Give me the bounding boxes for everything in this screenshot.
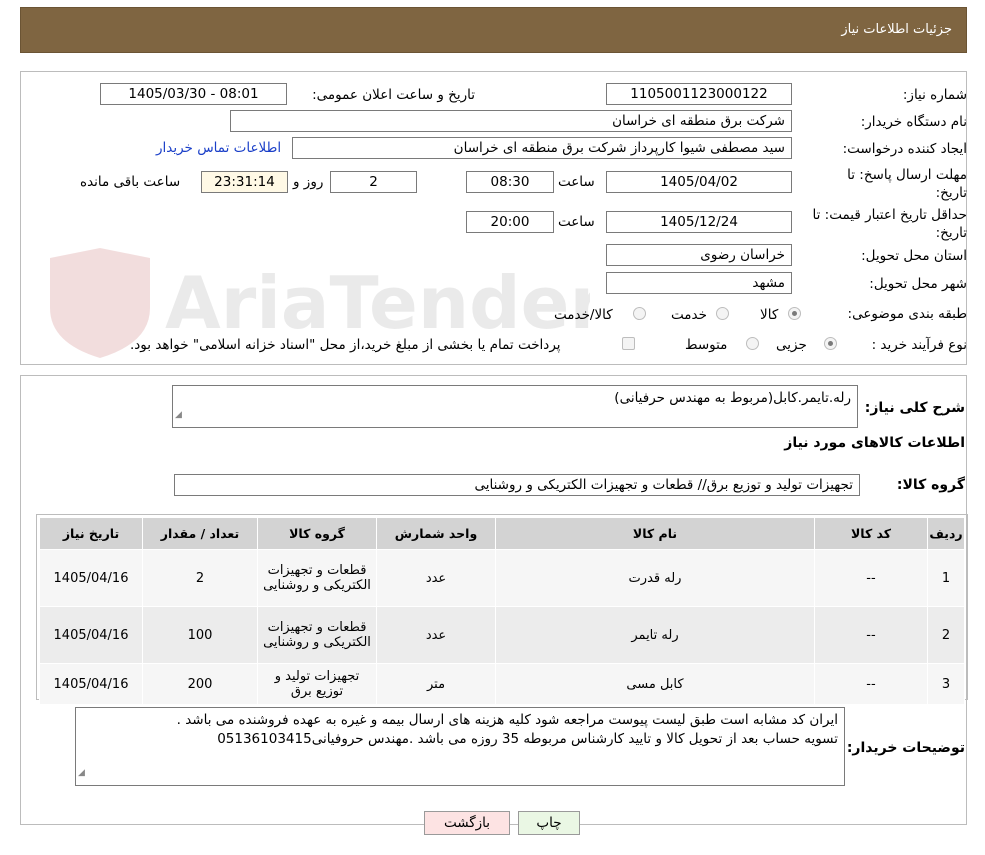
category-radio-goods-service[interactable] — [633, 307, 646, 320]
cell-code: -- — [814, 663, 928, 705]
announce-label: تاریخ و ساعت اعلان عمومی: — [312, 87, 475, 103]
summary-label: شرح کلی نیاز: — [864, 400, 965, 416]
province-field: خراسان رضوی — [606, 244, 792, 266]
process-radio-medium[interactable] — [746, 337, 759, 350]
page-header: جزئیات اطلاعات نیاز — [20, 7, 967, 53]
cell-group: قطعات و تجهیزات الکتریکی و روشنایی — [257, 549, 377, 607]
city-field: مشهد — [606, 272, 792, 294]
summary-text: رله.تایمر.کابل(مربوط به مهندس حرفیانی) — [614, 390, 851, 406]
col-group: گروه کالا — [257, 517, 377, 550]
table-header-row: ردیف کد کالا نام کالا واحد شمارش گروه کا… — [39, 517, 965, 550]
category-option-goods-service: کالا/خدمت — [554, 307, 613, 323]
cell-qty: 200 — [142, 663, 258, 705]
resize-grip-icon[interactable]: ◢ — [175, 406, 182, 425]
remaining-label: ساعت باقی مانده — [80, 174, 181, 190]
cell-name: رله تایمر — [495, 606, 815, 664]
cell-date: 1405/04/16 — [39, 549, 143, 607]
col-row: ردیف — [927, 517, 965, 550]
col-unit: واحد شمارش — [376, 517, 496, 550]
process-option-medium: متوسط — [685, 337, 728, 353]
validity-label: حداقل تاریخ اعتبار قیمت: تا تاریخ: — [812, 207, 967, 241]
cell-unit: عدد — [376, 549, 496, 607]
process-radio-minor[interactable] — [824, 337, 837, 350]
cell-row: 1 — [927, 549, 965, 607]
category-option-service: خدمت — [671, 307, 707, 323]
summary-field: رله.تایمر.کابل(مربوط به مهندس حرفیانی) ◢ — [172, 385, 858, 428]
process-option-minor: جزیی — [776, 337, 807, 353]
creator-field: سید مصطفی شیوا کارپرداز شرکت برق منطقه ا… — [292, 137, 792, 159]
table-row: 1 -- رله قدرت عدد قطعات و تجهیزات الکتری… — [39, 549, 965, 607]
need-number-label: شماره نیاز: — [902, 87, 967, 103]
notes-line-1: ایران کد مشابه است طبق لیست پیوست مراجعه… — [176, 712, 838, 728]
cell-qty: 2 — [142, 549, 258, 607]
cell-name: کابل مسی — [495, 663, 815, 705]
cell-row: 2 — [927, 606, 965, 664]
category-radio-goods[interactable] — [788, 307, 801, 320]
cell-unit: متر — [376, 663, 496, 705]
notes-line-2: تسویه حساب بعد از تحویل کالا و تایید کار… — [217, 731, 838, 747]
treasury-note: پرداخت تمام یا بخشی از مبلغ خرید،از محل … — [130, 337, 561, 353]
back-button[interactable]: بازگشت — [424, 811, 510, 835]
deadline-time-field: 08:30 — [466, 171, 554, 193]
col-code: کد کالا — [814, 517, 928, 550]
days-field: 2 — [330, 171, 417, 193]
announce-field: 1405/03/30 - 08:01 — [100, 83, 287, 105]
cell-qty: 100 — [142, 606, 258, 664]
col-date: تاریخ نیاز — [39, 517, 143, 550]
need-number-field: 1105001123000122 — [606, 83, 792, 105]
print-button[interactable]: چاپ — [518, 811, 580, 835]
province-label: استان محل تحویل: — [861, 248, 967, 264]
table-row: 3 -- کابل مسی متر تجهیزات تولید و توزیع … — [39, 663, 965, 705]
notes-field: ایران کد مشابه است طبق لیست پیوست مراجعه… — [75, 707, 845, 786]
category-radio-service[interactable] — [716, 307, 729, 320]
table-row: 2 -- رله تایمر عدد قطعات و تجهیزات الکتر… — [39, 606, 965, 664]
cell-code: -- — [814, 549, 928, 607]
goods-section-title: اطلاعات کالاهای مورد نیاز — [784, 435, 965, 451]
group-field: تجهیزات تولید و توزیع برق// قطعات و تجهی… — [174, 474, 860, 496]
buyer-contact-link[interactable]: اطلاعات تماس خریدار — [156, 140, 281, 156]
treasury-checkbox[interactable] — [622, 337, 635, 350]
cell-unit: عدد — [376, 606, 496, 664]
cell-date: 1405/04/16 — [39, 663, 143, 705]
group-label: گروه کالا: — [896, 477, 965, 493]
deadline-date-field: 1405/04/02 — [606, 171, 792, 193]
city-label: شهر محل تحویل: — [869, 276, 967, 292]
items-table: ردیف کد کالا نام کالا واحد شمارش گروه کا… — [39, 517, 965, 705]
cell-code: -- — [814, 606, 928, 664]
cell-name: رله قدرت — [495, 549, 815, 607]
creator-label: ایجاد کننده درخواست: — [842, 141, 967, 157]
cell-group: تجهیزات تولید و توزیع برق — [257, 663, 377, 705]
col-qty: تعداد / مقدار — [142, 517, 258, 550]
resize-grip-icon[interactable]: ◢ — [78, 764, 85, 783]
category-label: طبقه بندی موضوعی: — [847, 306, 967, 322]
validity-date-field: 1405/12/24 — [606, 211, 792, 233]
notes-label: توضیحات خریدار: — [846, 740, 965, 756]
category-option-goods: کالا — [760, 307, 779, 323]
buyer-field: شرکت برق منطقه ای خراسان — [230, 110, 792, 132]
remaining-time-field: 23:31:14 — [201, 171, 288, 193]
buyer-label: نام دستگاه خریدار: — [860, 114, 967, 130]
validity-time-label: ساعت — [558, 214, 595, 230]
cell-date: 1405/04/16 — [39, 606, 143, 664]
cell-row: 3 — [927, 663, 965, 705]
deadline-label: مهلت ارسال پاسخ: تا تاریخ: — [847, 167, 967, 201]
deadline-time-label: ساعت — [558, 174, 595, 190]
process-label: نوع فرآیند خرید : — [871, 337, 967, 353]
col-name: نام کالا — [495, 517, 815, 550]
cell-group: قطعات و تجهیزات الکتریکی و روشنایی — [257, 606, 377, 664]
days-label: روز و — [293, 174, 324, 190]
page-title: جزئیات اطلاعات نیاز — [841, 22, 952, 37]
validity-time-field: 20:00 — [466, 211, 554, 233]
